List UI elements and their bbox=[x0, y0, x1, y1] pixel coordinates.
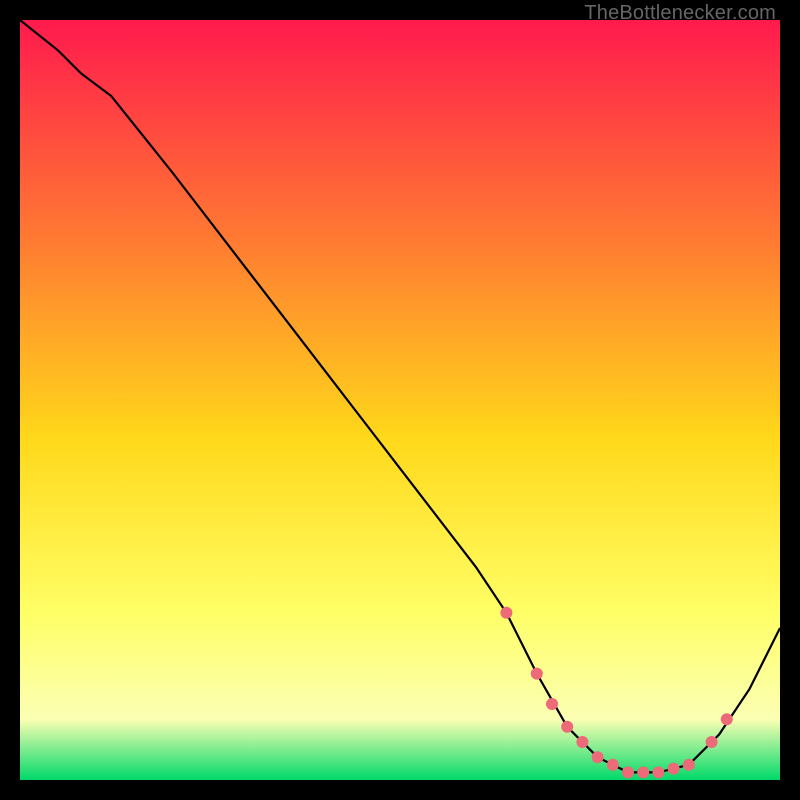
gradient-background bbox=[20, 20, 780, 780]
chart-svg bbox=[20, 20, 780, 780]
marker-dot bbox=[531, 668, 543, 680]
marker-dot bbox=[546, 698, 558, 710]
marker-dot bbox=[721, 713, 733, 725]
marker-dot bbox=[592, 751, 604, 763]
marker-dot bbox=[668, 763, 680, 775]
marker-dot bbox=[652, 766, 664, 778]
marker-dot bbox=[637, 766, 649, 778]
marker-dot bbox=[500, 607, 512, 619]
marker-dot bbox=[607, 759, 619, 771]
marker-dot bbox=[561, 721, 573, 733]
chart-frame bbox=[20, 20, 780, 780]
marker-dot bbox=[622, 766, 634, 778]
marker-dot bbox=[576, 736, 588, 748]
marker-dot bbox=[706, 736, 718, 748]
watermark-text: TheBottlenecker.com bbox=[584, 2, 776, 25]
marker-dot bbox=[683, 759, 695, 771]
